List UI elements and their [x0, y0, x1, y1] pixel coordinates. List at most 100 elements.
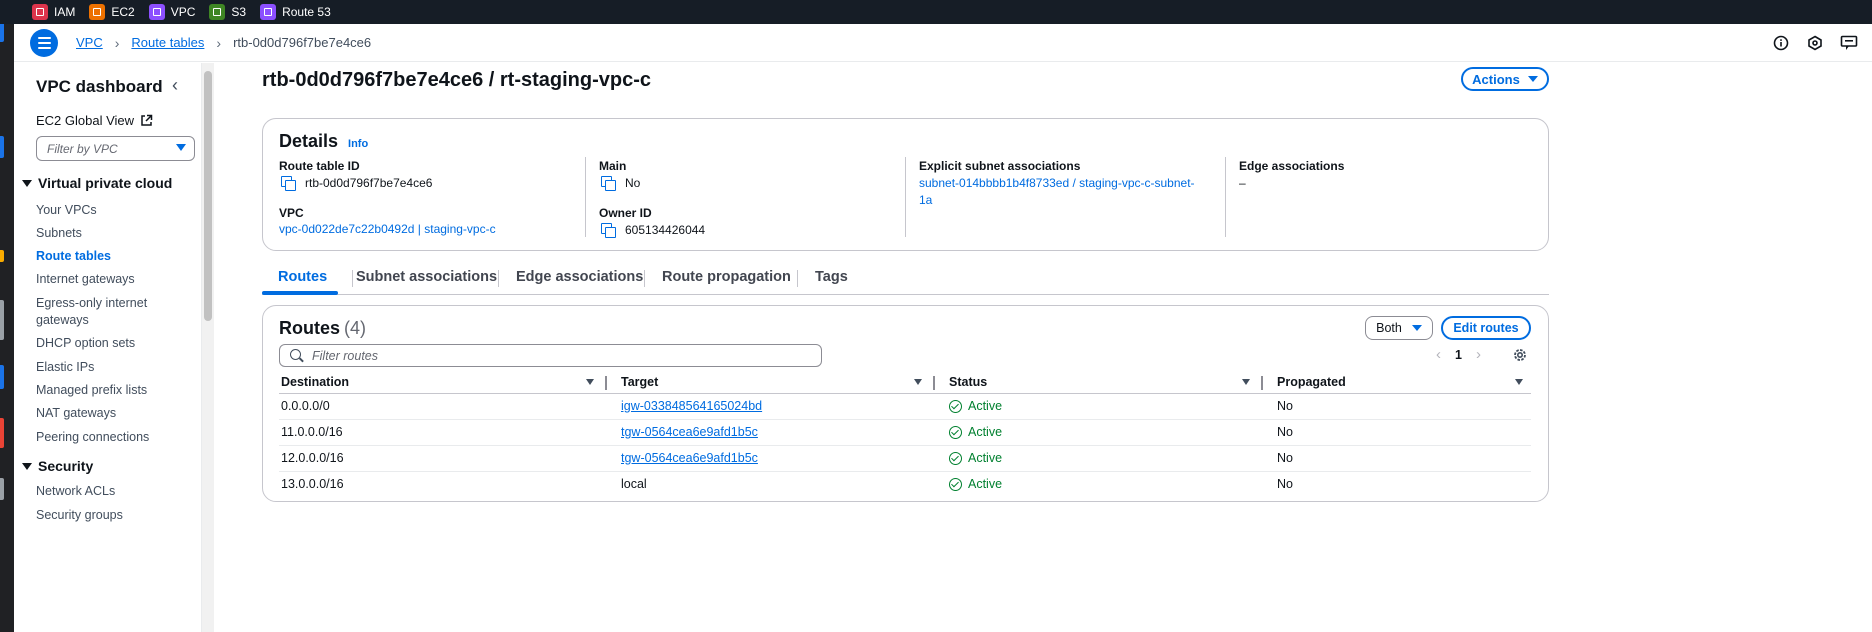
sort-icon[interactable] [914, 379, 922, 385]
main-value: No [601, 176, 641, 191]
favorite-iam[interactable]: IAM [32, 4, 75, 20]
route-filter-select[interactable]: Both [1365, 316, 1433, 340]
s3-icon [209, 4, 226, 20]
previous-page-icon[interactable]: ‹ [1436, 346, 1441, 363]
column-header-propagated[interactable]: Propagated [1275, 372, 1531, 394]
current-page[interactable]: 1 [1455, 348, 1462, 362]
sidebar-item-network-acls[interactable]: Network ACLs [36, 483, 196, 500]
sidebar-item-subnets[interactable]: Subnets [36, 225, 196, 242]
column-resizer[interactable] [605, 376, 607, 390]
sidebar-item-label: EC2 Global View [36, 113, 135, 128]
route-filter-value: Both [1376, 321, 1402, 335]
destination-cell: 0.0.0.0/0 [279, 393, 619, 420]
copy-icon[interactable] [281, 176, 296, 191]
feedback-icon[interactable] [1840, 34, 1858, 52]
search-icon [290, 349, 301, 360]
section-virtual-private-cloud[interactable]: Virtual private cloud [22, 175, 172, 191]
sidebar-title: VPC dashboard [36, 77, 163, 96]
info-link[interactable]: Info [348, 138, 368, 150]
favorite-route53[interactable]: Route 53 [260, 4, 331, 20]
sidebar-item-nat-gateways[interactable]: NAT gateways [36, 405, 196, 422]
destination-cell: 13.0.0.0/16 [281, 477, 344, 492]
filter-placeholder: Filter by VPC [47, 142, 118, 156]
breadcrumb-vpc-link[interactable]: VPC [76, 35, 103, 50]
caret-down-icon [1527, 76, 1538, 82]
side-navigation: VPC dashboard ‹ EC2 Global View Filter b… [14, 63, 202, 632]
column-header-destination[interactable]: Destination [279, 372, 619, 394]
main-text: No [625, 176, 641, 190]
status-text: Active [968, 477, 1003, 492]
column-header-target[interactable]: Target [619, 372, 947, 394]
favorite-label: Route 53 [282, 5, 331, 19]
sidebar-item-managed-prefix-lists[interactable]: Managed prefix lists [36, 382, 196, 399]
target-link[interactable]: igw-033848564165024bd [621, 399, 762, 413]
favorites-bar: IAM EC2 VPC S3 Route 53 [0, 0, 1872, 24]
tab-tags[interactable]: Tags [815, 269, 848, 285]
active-tab-indicator [262, 291, 338, 295]
status-cell: Active [947, 445, 1275, 472]
table-row: 11.0.0.0/16 tgw-0564cea6e9afd1b5c Active… [279, 419, 1531, 446]
sidebar-item-dhcp-option-sets[interactable]: DHCP option sets [36, 335, 196, 352]
check-circle-icon [949, 451, 962, 465]
notifications-icon[interactable] [1806, 34, 1824, 52]
vpc-label: VPC [279, 206, 304, 220]
menu-toggle-button[interactable] [30, 28, 58, 57]
column-header-status[interactable]: Status [947, 372, 1275, 394]
scrollbar-thumb[interactable] [204, 71, 212, 321]
sidebar-item-internet-gateways[interactable]: Internet gateways [36, 271, 196, 288]
breadcrumb-route-tables-link[interactable]: Route tables [131, 35, 204, 50]
pagination: ‹ 1 › [1436, 346, 1481, 363]
explicit-subnet-association-link[interactable]: subnet-014bbbb1b4f8733ed / staging-vpc-c… [919, 175, 1195, 209]
edit-routes-button[interactable]: Edit routes [1441, 316, 1531, 340]
tab-subnet-associations[interactable]: Subnet associations [356, 269, 497, 285]
chevron-right-icon: › [114, 34, 120, 51]
main-content: rtb-0d0d796f7be7e4ce6 / rt-staging-vpc-c… [215, 63, 1872, 632]
favorite-ec2[interactable]: EC2 [89, 4, 135, 20]
filter-routes-input[interactable]: Filter routes [279, 344, 822, 367]
sidebar-item-ec2-global-view[interactable]: EC2 Global View [36, 113, 153, 128]
destination-cell: 11.0.0.0/16 [279, 419, 619, 446]
caret-down-icon [1411, 325, 1422, 331]
sidebar-item-egress-only-internet-gateways[interactable]: Egress-only internet gateways [36, 295, 196, 329]
target-link[interactable]: tgw-0564cea6e9afd1b5c [621, 451, 758, 465]
column-resizer[interactable] [1261, 376, 1263, 390]
sidebar-scrollbar[interactable] [202, 63, 214, 632]
actions-button[interactable]: Actions [1461, 67, 1549, 91]
next-page-icon[interactable]: › [1476, 346, 1481, 363]
info-icon[interactable] [1772, 34, 1790, 52]
route-table-id-text: rtb-0d0d796f7be7e4ce6 [305, 176, 433, 190]
sidebar-item-route-tables[interactable]: Route tables [36, 248, 196, 265]
collapse-sidebar-icon[interactable]: ‹ [172, 75, 178, 96]
tab-edge-associations[interactable]: Edge associations [516, 269, 643, 285]
desktop-indicator [0, 136, 4, 158]
vpc-link[interactable]: vpc-0d022de7c22b0492d | staging-vpc-c [279, 221, 496, 238]
sidebar-item-elastic-ips[interactable]: Elastic IPs [36, 359, 196, 376]
copy-icon[interactable] [601, 176, 616, 191]
target-cell: tgw-0564cea6e9afd1b5c [619, 445, 947, 472]
tab-divider [352, 270, 353, 287]
favorite-vpc[interactable]: VPC [148, 4, 195, 20]
desktop-indicator [0, 365, 4, 389]
status-text: Active [968, 451, 1003, 465]
table-row: 0.0.0.0/0 igw-033848564165024bd Active N… [279, 393, 1531, 420]
target-cell: tgw-0564cea6e9afd1b5c [619, 419, 947, 446]
tab-route-propagation[interactable]: Route propagation [662, 269, 791, 285]
sidebar-item-peering-connections[interactable]: Peering connections [36, 429, 196, 446]
column-resizer[interactable] [933, 376, 935, 390]
section-security[interactable]: Security [22, 458, 93, 474]
sort-icon[interactable] [1242, 379, 1250, 385]
sidebar-item-your-vpcs[interactable]: Your VPCs [36, 202, 196, 219]
check-circle-icon [949, 399, 962, 413]
target-link[interactable]: tgw-0564cea6e9afd1b5c [621, 425, 758, 439]
filter-by-vpc-select[interactable]: Filter by VPC [36, 136, 195, 161]
gear-icon[interactable] [1512, 347, 1528, 366]
sidebar-item-security-groups[interactable]: Security groups [36, 507, 196, 524]
copy-icon[interactable] [601, 223, 616, 238]
tab-routes[interactable]: Routes [278, 269, 327, 285]
sort-icon[interactable] [1515, 379, 1523, 385]
caret-down-icon [176, 144, 186, 151]
section-label: Security [38, 458, 94, 474]
routes-count: (4) [344, 318, 367, 338]
favorite-s3[interactable]: S3 [209, 4, 246, 20]
sort-icon[interactable] [586, 379, 594, 385]
